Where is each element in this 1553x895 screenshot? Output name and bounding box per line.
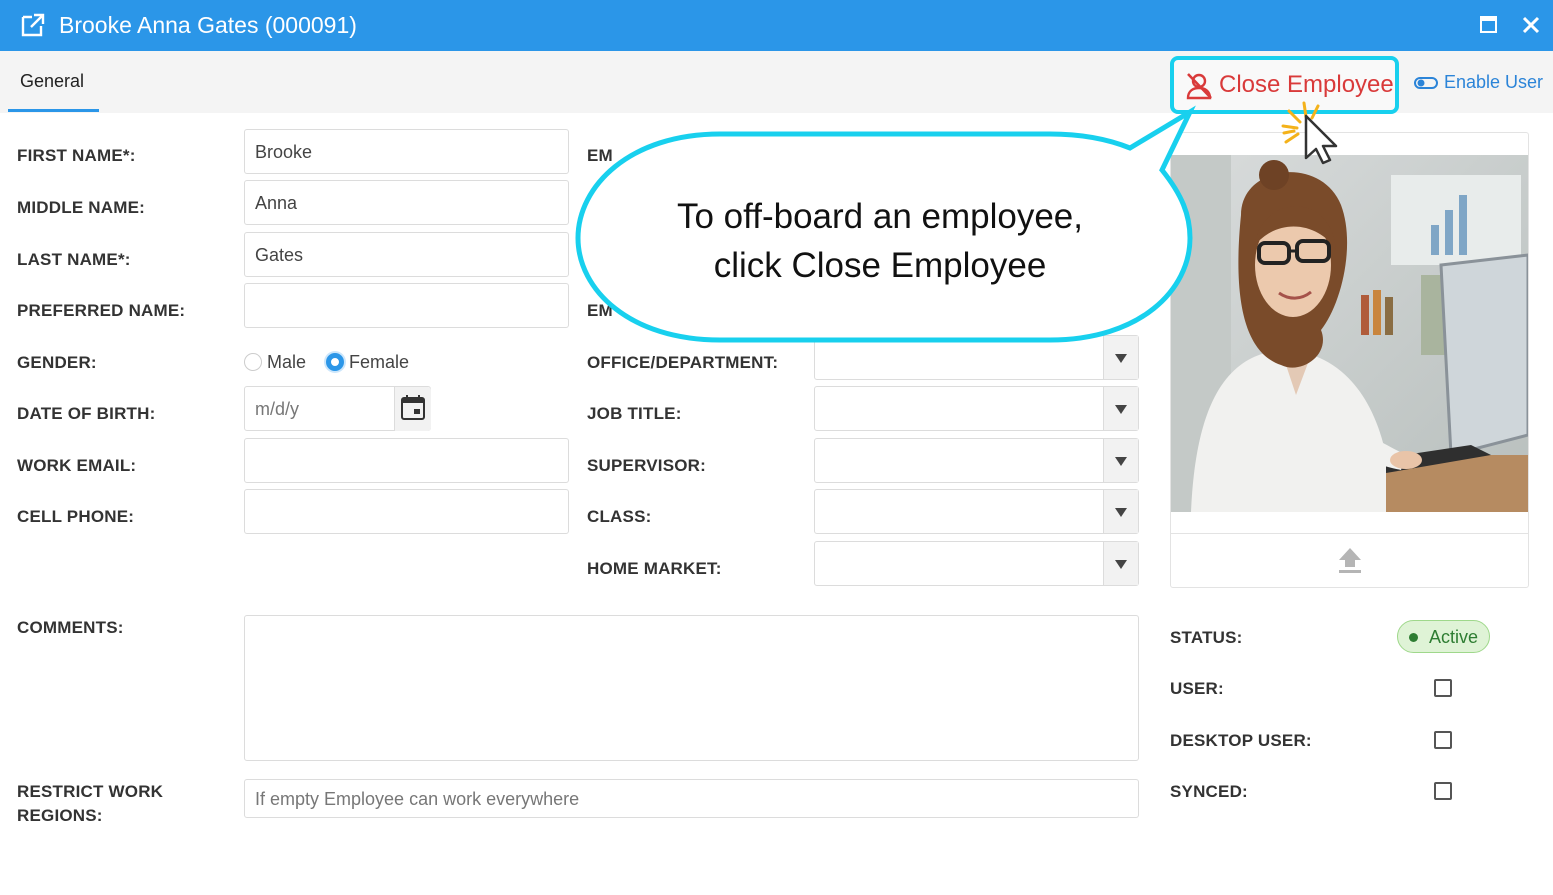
gender-male-radio[interactable] (244, 353, 262, 371)
restrict-work-regions-label-line1: RESTRICT WORK (17, 782, 164, 801)
upload-icon[interactable] (1337, 546, 1363, 574)
status-dot-icon (1409, 633, 1418, 642)
job-title-select[interactable] (814, 386, 1139, 431)
toggle-icon (1414, 77, 1438, 89)
chevron-down-icon[interactable] (1103, 490, 1138, 533)
gender-label: GENDER: (17, 353, 97, 372)
cell-phone-field[interactable] (244, 489, 569, 534)
middle-name-label: MIDDLE NAME: (17, 198, 145, 217)
window-title: Brooke Anna Gates (000091) (59, 12, 357, 38)
last-name-label: LAST NAME*: (17, 250, 131, 269)
date-of-birth-placeholder: m/d/y (255, 399, 300, 419)
user-checkbox[interactable] (1434, 679, 1452, 697)
user-label: USER: (1170, 679, 1224, 698)
window-titlebar: Brooke Anna Gates (000091) (0, 0, 1553, 51)
comments-textarea[interactable] (244, 615, 1139, 761)
cell-phone-label: CELL PHONE: (17, 507, 135, 526)
popout-icon[interactable] (20, 12, 46, 38)
photo-divider (1171, 533, 1528, 534)
close-icon[interactable] (1520, 14, 1542, 36)
middle-name-value: Anna (255, 193, 298, 213)
person-off-icon (1186, 73, 1212, 100)
tab-general-label: General (20, 71, 85, 91)
class-select[interactable] (814, 489, 1139, 534)
chevron-down-icon[interactable] (1103, 387, 1138, 430)
work-email-label: WORK EMAIL: (17, 456, 137, 475)
supervisor-select[interactable] (814, 438, 1139, 483)
employee-photo-illustration (1171, 155, 1528, 512)
office-department-select[interactable] (814, 335, 1139, 380)
job-title-label: JOB TITLE: (587, 404, 682, 423)
enable-user-label: Enable User (1444, 72, 1544, 92)
first-name-field[interactable]: Brooke (244, 129, 569, 174)
last-name-value: Gates (255, 245, 304, 265)
mouse-cursor-icon (1281, 101, 1338, 165)
status-label: STATUS: (1170, 628, 1243, 647)
restrict-work-regions-label-line2: REGIONS: (17, 806, 103, 825)
employee-field-label-1: EM (587, 146, 613, 165)
tab-general[interactable]: General (8, 51, 99, 112)
close-employee-label: Close Employee (1219, 71, 1394, 98)
restrict-work-regions-field[interactable]: If empty Employee can work everywhere (244, 779, 1139, 818)
callout-text: To off-board an employee, click Close Em… (600, 192, 1160, 290)
last-name-field[interactable]: Gates (244, 232, 569, 277)
home-market-label: HOME MARKET: (587, 559, 722, 578)
chevron-down-icon[interactable] (1103, 542, 1138, 585)
date-picker-button[interactable] (394, 387, 431, 431)
supervisor-label: SUPERVISOR: (587, 456, 707, 475)
preferred-name-label: PREFERRED NAME: (17, 301, 186, 320)
chevron-down-icon[interactable] (1103, 439, 1138, 482)
restrict-work-regions-placeholder: If empty Employee can work everywhere (255, 789, 580, 809)
comments-label: COMMENTS: (17, 618, 124, 637)
synced-label: SYNCED: (1170, 782, 1248, 801)
calendar-icon (401, 395, 425, 420)
desktop-user-checkbox[interactable] (1434, 731, 1452, 749)
status-value: Active (1429, 627, 1479, 647)
gender-female-radio[interactable] (326, 353, 344, 371)
callout-line-1: To off-board an employee, (676, 197, 1083, 236)
office-department-label: OFFICE/DEPARTMENT: (587, 353, 779, 372)
synced-checkbox[interactable] (1434, 782, 1452, 800)
gender-female-label: Female (349, 352, 410, 372)
employee-photo[interactable] (1171, 155, 1528, 512)
preferred-name-field[interactable] (244, 283, 569, 328)
maximize-icon[interactable] (1480, 16, 1497, 33)
status-badge: Active (1397, 620, 1490, 653)
employee-field-label-2: EM (587, 301, 613, 320)
work-email-field[interactable] (244, 438, 569, 483)
desktop-user-label: DESKTOP USER: (1170, 731, 1312, 750)
middle-name-field[interactable]: Anna (244, 180, 569, 225)
date-of-birth-label: DATE OF BIRTH: (17, 404, 156, 423)
first-name-value: Brooke (255, 142, 313, 162)
gender-male-label: Male (267, 352, 307, 372)
class-label: CLASS: (587, 507, 652, 526)
chevron-down-icon[interactable] (1103, 336, 1138, 379)
home-market-select[interactable] (814, 541, 1139, 586)
callout-line-2: click Close Employee (713, 246, 1047, 285)
first-name-label: FIRST NAME*: (17, 146, 136, 165)
